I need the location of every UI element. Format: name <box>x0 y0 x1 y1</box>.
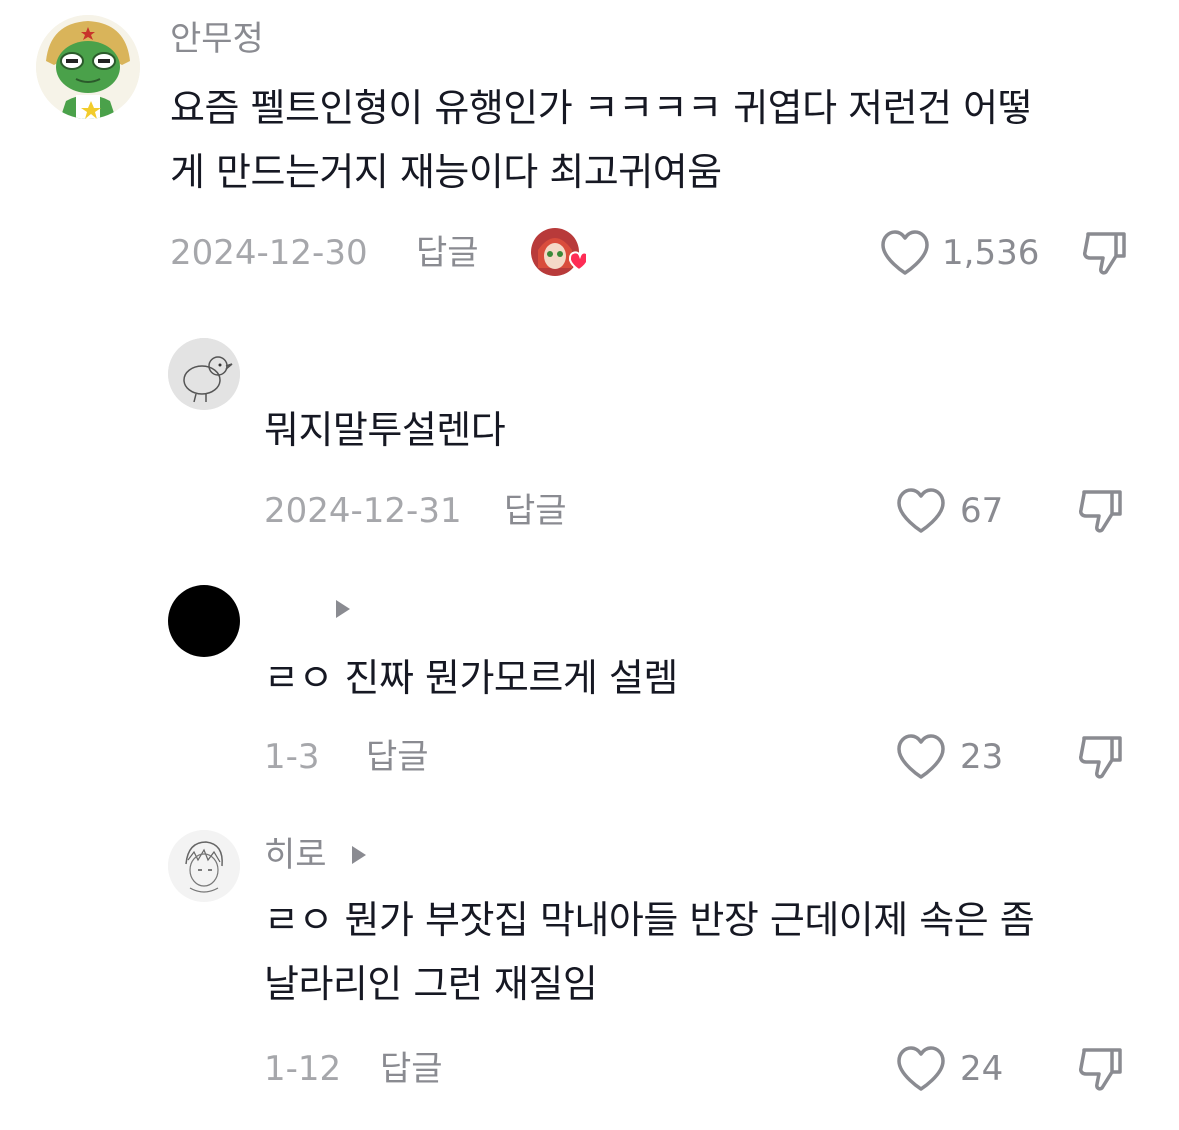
like-heart-icon[interactable] <box>896 734 946 780</box>
dislike-icon[interactable] <box>1076 1044 1126 1094</box>
dislike-icon[interactable] <box>1080 228 1130 278</box>
avatar-boy-sketch-icon[interactable] <box>168 830 240 902</box>
comment-text-line: ㄹㅇ 뭔가 부잣집 막내아들 반장 근데이제 속은 좀 <box>264 898 1035 942</box>
comment-text-line: 날라리인 그런 재질임 <box>264 962 598 1006</box>
comment-text: ㄹㅇ 진짜 뭔가모르게 설렘 <box>264 656 678 700</box>
like-count: 67 <box>960 491 1004 531</box>
reply-button[interactable]: 답글 <box>416 236 479 270</box>
creator-liked-badge-icon <box>530 228 590 278</box>
comment-date: 2024-12-31 <box>264 491 462 531</box>
like-count: 1,536 <box>942 233 1040 273</box>
like-heart-icon[interactable] <box>896 488 946 534</box>
like-count: 24 <box>960 1049 1004 1089</box>
reply-to-arrow-icon <box>336 600 350 618</box>
comment-text: 뭐지말투설렌다 <box>264 408 506 452</box>
comment-text-line: 요즘 펠트인형이 유행인가 ㅋㅋㅋㅋ 귀엽다 저런건 어떻 <box>170 86 1033 130</box>
comment-text: 요즘 펠트인형이 유행인가 ㅋㅋㅋㅋ 귀엽다 저런건 어떻 게 만드는거지 재능… <box>170 76 1160 204</box>
reply-button[interactable]: 답글 <box>366 740 429 774</box>
avatar-frog-icon[interactable] <box>36 15 140 119</box>
comment-date: 1-12 <box>264 1049 342 1089</box>
comment-text: ㄹㅇ 뭔가 부잣집 막내아들 반장 근데이제 속은 좀 날라리인 그런 재질임 <box>264 888 1164 1016</box>
dislike-icon[interactable] <box>1076 732 1126 782</box>
reply-button[interactable]: 답글 <box>504 494 567 528</box>
comment-date: 2024-12-30 <box>170 233 368 273</box>
like-count: 23 <box>960 737 1004 777</box>
comment-date: 1-3 <box>264 737 320 777</box>
comment-username[interactable]: 히로 <box>264 838 327 872</box>
like-heart-icon[interactable] <box>896 1046 946 1092</box>
like-heart-icon[interactable] <box>880 230 930 276</box>
comment-text-line: 게 만드는거지 재능이다 최고귀여움 <box>170 150 722 194</box>
avatar-bird-sketch-icon[interactable] <box>168 338 240 410</box>
reply-button[interactable]: 답글 <box>380 1052 443 1086</box>
avatar-black-circle-icon[interactable] <box>168 585 240 657</box>
dislike-icon[interactable] <box>1076 486 1126 536</box>
comment-username[interactable]: 안무정 <box>170 22 264 56</box>
reply-to-arrow-icon <box>352 846 366 864</box>
